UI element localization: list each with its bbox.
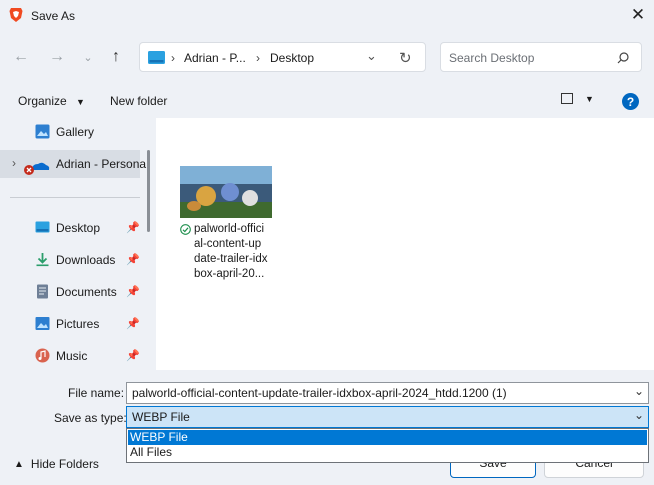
close-icon: ✕ [630, 5, 646, 24]
file-name-value: palworld-official-content-update-trailer… [132, 386, 507, 400]
desktop-folder-icon [148, 51, 165, 64]
file-name-label: palworld-offici al-content-up date-trail… [194, 223, 268, 280]
chevron-down-icon[interactable]: ⌄ [634, 408, 644, 422]
file-list: palworld-offici al-content-up date-trail… [156, 118, 654, 370]
breadcrumb-separator-icon: › [171, 51, 175, 65]
chevron-down-icon[interactable]: ⌄ [634, 384, 644, 398]
save-type-select[interactable]: WEBP File ⌄ [126, 406, 649, 428]
breadcrumb-separator-icon: › [256, 51, 260, 65]
chevron-down-icon: ⌄ [83, 51, 93, 64]
command-bar: Organize ▼ New folder ▼ ? [0, 88, 654, 116]
breadcrumb-desktop[interactable]: Desktop [270, 51, 314, 65]
address-dropdown-icon[interactable]: ⌄ [366, 48, 377, 64]
pin-icon: 📌 [126, 350, 140, 362]
forward-button[interactable]: → [45, 45, 69, 69]
nav-item-pictures[interactable]: Pictures 📌 [0, 310, 140, 338]
view-options-button[interactable]: ▼ [561, 93, 594, 104]
gallery-icon [35, 124, 50, 139]
window-title: Save As [31, 9, 76, 23]
breadcrumb-user[interactable]: Adrian - P... [184, 51, 246, 65]
help-icon[interactable]: ? [622, 93, 639, 110]
address-bar[interactable]: › Adrian - P... › Desktop ⌄ ↻ [139, 42, 426, 72]
nav-label: Gallery [56, 125, 95, 139]
save-type-label: Save as type: [54, 411, 127, 425]
nav-divider [10, 197, 140, 198]
close-button[interactable]: ✕ [624, 2, 652, 28]
chevron-down-icon: ▼ [585, 93, 594, 104]
pictures-icon [35, 317, 50, 330]
title-bar [0, 0, 654, 31]
file-item[interactable]: palworld-offici al-content-up date-trail… [176, 162, 274, 282]
arrow-right-icon: → [49, 48, 65, 65]
nav-item-gallery[interactable]: Gallery [0, 118, 140, 146]
nav-label: Downloads [56, 253, 116, 267]
organize-button[interactable]: Organize ▼ [18, 94, 85, 108]
nav-label: Desktop [56, 221, 101, 235]
recent-locations-button[interactable]: ⌄ [76, 45, 100, 69]
brave-browser-icon [9, 8, 23, 22]
expand-chevron-icon[interactable]: › [12, 156, 16, 170]
pin-icon: 📌 [126, 254, 140, 266]
nav-item-documents[interactable]: Documents 📌 [0, 278, 140, 306]
nav-label: Music [56, 349, 88, 363]
arrow-left-icon: ← [13, 48, 29, 65]
pin-icon: 📌 [126, 318, 140, 330]
hide-folders-label: Hide Folders [30, 457, 99, 471]
nav-item-downloads[interactable]: Downloads 📌 [0, 246, 140, 274]
file-name-input[interactable]: palworld-official-content-update-trailer… [126, 382, 649, 404]
nav-label: Documents [56, 285, 117, 299]
new-folder-button[interactable]: New folder [110, 94, 167, 108]
nav-item-onedrive[interactable]: › Adrian - Persona [0, 150, 146, 178]
pin-icon: 📌 [126, 222, 140, 234]
back-button[interactable]: ← [9, 45, 33, 69]
pin-icon: 📌 [126, 286, 140, 298]
chevron-up-icon: ▲ [14, 458, 24, 470]
search-placeholder: Search Desktop [449, 51, 535, 65]
desktop-icon [35, 221, 50, 233]
organize-label: Organize [18, 94, 67, 108]
up-button[interactable]: ↑ [104, 45, 128, 69]
save-type-option-webp[interactable]: WEBP File [128, 430, 647, 445]
music-icon [35, 348, 50, 363]
refresh-icon[interactable]: ↻ [399, 49, 412, 67]
search-box[interactable]: Search Desktop [440, 42, 642, 72]
save-type-value: WEBP File [132, 410, 190, 424]
downloads-icon [36, 253, 49, 267]
arrow-up-icon: ↑ [112, 48, 120, 65]
chevron-down-icon: ▼ [76, 97, 85, 107]
nav-label: Pictures [56, 317, 100, 331]
save-type-dropdown: WEBP File All Files [126, 428, 649, 463]
onedrive-icon [24, 162, 50, 175]
file-thumbnail [180, 166, 272, 218]
sync-status-icon [180, 224, 191, 235]
documents-icon [37, 284, 48, 299]
search-icon [617, 52, 629, 64]
file-name-label: File name: [68, 386, 125, 400]
view-icon [561, 93, 573, 104]
save-type-option-all[interactable]: All Files [128, 445, 647, 460]
nav-item-desktop[interactable]: Desktop 📌 [0, 214, 140, 242]
navigation-pane: Gallery › Adrian - Persona Desktop 📌 Dow… [0, 118, 153, 370]
hide-folders-button[interactable]: ▲ Hide Folders [14, 457, 99, 471]
nav-scrollbar[interactable] [147, 150, 150, 232]
nav-item-music[interactable]: Music 📌 [0, 342, 140, 370]
nav-label: Adrian - Persona [56, 157, 147, 171]
